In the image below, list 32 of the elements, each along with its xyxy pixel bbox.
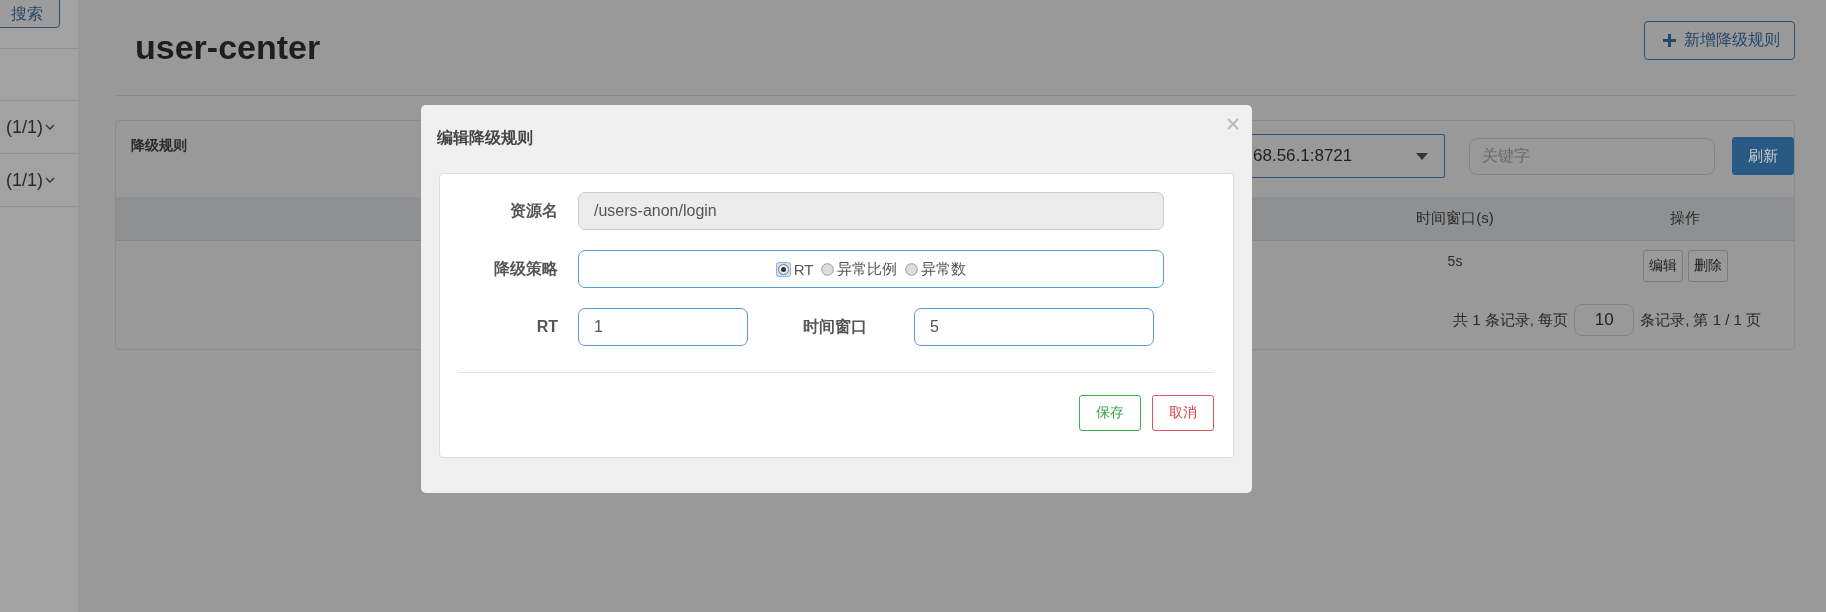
column-header: 操作 [1669,208,1701,228]
rt-field[interactable]: 1 [578,308,748,346]
field-label: 降级策略 [493,258,558,279]
field-label: RT [535,318,558,336]
save-button[interactable]: 保存 [1079,395,1141,431]
search-button[interactable]: 搜索 [0,0,60,28]
chevron-down-icon [45,123,55,131]
plus-icon [1663,34,1676,47]
panel-title: 降级规则 [131,137,187,155]
pagination-text: 共 1 条记录, 每页 [1453,310,1569,330]
close-icon[interactable] [1227,118,1239,130]
cancel-button[interactable]: 取消 [1152,395,1214,431]
strategy-option[interactable]: 异常数 [905,259,967,279]
pagination-text: 条记录, 第 1 / 1 页 [1640,310,1761,330]
sidebar-item[interactable]: (1/1) [6,169,43,191]
add-rule-button[interactable]: 新增降级规则 [1644,21,1795,60]
column-header: 时间窗口(s) [1415,208,1495,228]
row-action-button[interactable]: 编辑 [1642,250,1683,282]
time-window-field[interactable]: 5 [914,308,1154,346]
field-label: 资源名 [509,200,558,221]
chevron-down-icon [45,176,55,184]
refresh-button[interactable]: 刷新 [1732,137,1794,175]
table-cell-text: 5s [1446,252,1464,271]
caret-down-icon [1416,152,1428,160]
sidebar-item[interactable]: (1/1) [6,116,43,138]
field-label: 时间窗口 [802,316,868,337]
page-title: user-center [135,28,321,67]
row-action-button[interactable]: 删除 [1687,250,1728,282]
dialog-title: 编辑降级规则 [437,128,533,148]
page-size-field[interactable]: 10 [1574,304,1635,336]
strategy-option[interactable]: RT [775,260,814,278]
strategy-option[interactable]: 异常比例 [821,259,898,279]
